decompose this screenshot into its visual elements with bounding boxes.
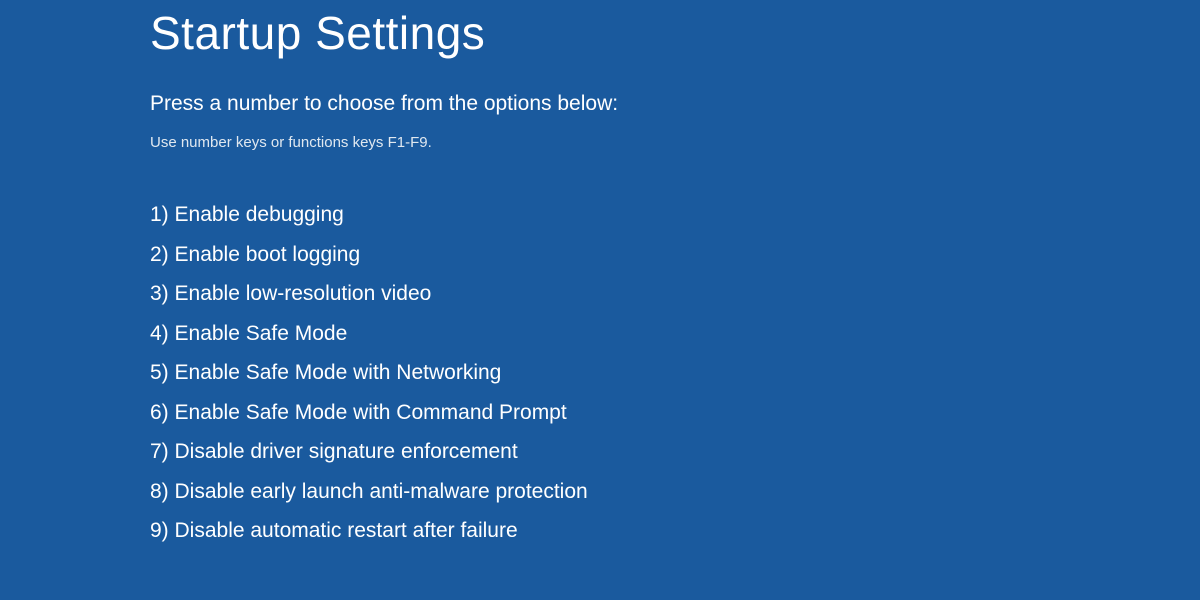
option-item-1[interactable]: 1) Enable debugging	[150, 199, 1200, 231]
option-item-2[interactable]: 2) Enable boot logging	[150, 239, 1200, 271]
options-list: 1) Enable debugging 2) Enable boot loggi…	[150, 199, 1200, 547]
option-item-8[interactable]: 8) Disable early launch anti-malware pro…	[150, 476, 1200, 508]
option-item-6[interactable]: 6) Enable Safe Mode with Command Prompt	[150, 397, 1200, 429]
option-item-4[interactable]: 4) Enable Safe Mode	[150, 318, 1200, 350]
hint-text: Use number keys or functions keys F1-F9.	[150, 134, 1200, 151]
page-title: Startup Settings	[150, 6, 1200, 60]
option-item-7[interactable]: 7) Disable driver signature enforcement	[150, 436, 1200, 468]
option-item-3[interactable]: 3) Enable low-resolution video	[150, 278, 1200, 310]
option-item-5[interactable]: 5) Enable Safe Mode with Networking	[150, 357, 1200, 389]
instruction-text: Press a number to choose from the option…	[150, 92, 1200, 116]
option-item-9[interactable]: 9) Disable automatic restart after failu…	[150, 515, 1200, 547]
